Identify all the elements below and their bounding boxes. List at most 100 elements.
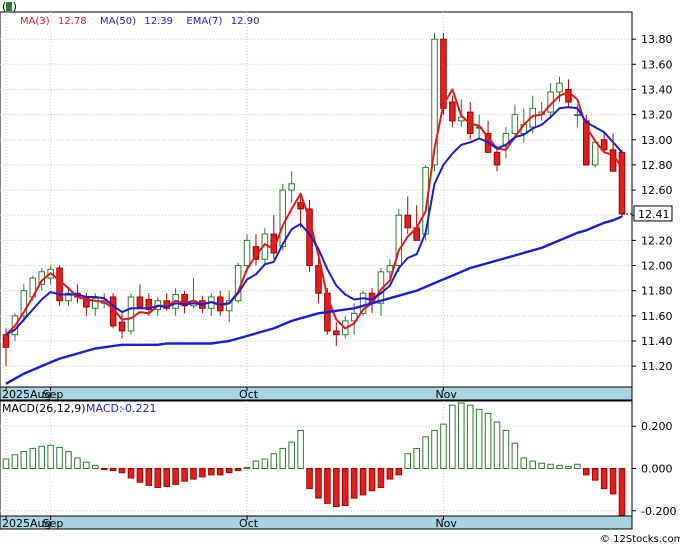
price-y-tick-label: 13.20 <box>641 109 673 122</box>
macd-bar <box>529 460 536 470</box>
macd-bar <box>359 468 367 496</box>
macd-bar <box>297 429 304 470</box>
macd-bar <box>92 464 99 470</box>
macd-bar <box>574 463 581 470</box>
candle-body <box>574 114 581 117</box>
candle-body <box>2 334 10 348</box>
macd-bar <box>315 468 322 499</box>
macd-bar <box>413 447 420 470</box>
macd-bar <box>252 460 260 470</box>
macd-value: -0.221 <box>121 402 156 415</box>
macd-bar <box>118 468 126 474</box>
macd-bar <box>172 468 179 485</box>
price-y-tick-label: 13.00 <box>641 134 673 147</box>
candle-body <box>556 82 563 93</box>
price-x-label: Sep <box>43 388 64 401</box>
macd-bar <box>431 429 438 470</box>
macd-bar <box>324 468 331 504</box>
macd-y-axis: 0.200 0.000 -0.200 <box>632 420 676 518</box>
price-y-axis: 13.8013.6013.4013.2013.0012.8012.6012.40… <box>632 33 673 373</box>
candle-body <box>333 330 340 336</box>
candle-body <box>136 296 144 308</box>
macd-x-label: Oct <box>239 517 259 530</box>
macd-bar <box>181 468 188 482</box>
macd-bar <box>583 468 590 476</box>
macd-bar <box>109 468 117 472</box>
price-y-tick-label: 11.80 <box>641 285 673 298</box>
candle-body <box>315 265 322 294</box>
macd-bar <box>20 451 28 470</box>
candle <box>234 263 242 304</box>
price-y-tick-label: 13.60 <box>641 58 673 71</box>
macd-bar <box>600 468 608 490</box>
macd-bar <box>29 447 37 470</box>
legend-label: MA(3) <box>20 16 50 27</box>
macd-bar <box>404 453 412 470</box>
candle-body <box>609 149 617 172</box>
macd-bar <box>100 468 108 471</box>
candle-body <box>297 202 304 210</box>
price-y-tick-label: 12.00 <box>641 260 673 273</box>
macd-bar <box>163 468 170 487</box>
price-x-label: Oct <box>239 388 259 401</box>
price-x-axis-band <box>0 386 633 401</box>
macd-bar <box>449 404 456 470</box>
macd-bar <box>11 454 19 470</box>
macd-x-axis-band <box>0 515 633 530</box>
macd-bar <box>47 444 54 470</box>
macd-bar <box>440 423 447 470</box>
macd-bar <box>225 468 233 474</box>
candle <box>56 265 63 306</box>
candle-body <box>511 114 519 134</box>
candle-body <box>243 239 251 267</box>
legend-label: EMA(7) <box>186 16 222 27</box>
macd-bar <box>279 447 287 470</box>
macd-bar <box>261 458 269 470</box>
candle-body <box>56 267 63 302</box>
candle-body <box>288 183 295 191</box>
candle-body <box>591 141 599 166</box>
macd-bar <box>466 404 474 470</box>
candle <box>618 149 626 218</box>
macd-bar <box>609 468 617 495</box>
price-y-tick-label: 11.60 <box>641 310 673 323</box>
legend-value: 12.39 <box>144 16 173 27</box>
macd-bar <box>422 436 429 470</box>
macd-bar <box>377 468 385 489</box>
macd-y-tick-label: 0.000 <box>641 463 673 476</box>
candle-body <box>493 151 501 166</box>
macd-bar <box>208 468 215 476</box>
price-y-tick-label: 13.80 <box>641 33 673 46</box>
macd-bar <box>288 441 295 470</box>
macd-x-label: Sep <box>43 517 64 530</box>
macd-y-tick-label: 0.200 <box>641 420 673 433</box>
macd-bar <box>136 468 144 483</box>
candle-body <box>449 101 456 122</box>
price-y-tick-label: 11.40 <box>641 335 673 348</box>
macd-bar <box>565 465 572 470</box>
macd-bar <box>591 468 599 481</box>
price-y-tick-label: 13.40 <box>641 83 673 96</box>
macd-bar <box>65 451 72 470</box>
price-y-tick-label: 12.80 <box>641 159 673 172</box>
macd-bar <box>199 468 206 478</box>
macd-bar <box>395 468 403 476</box>
candle <box>395 208 403 272</box>
macd-bar <box>190 468 197 480</box>
macd-panel <box>0 400 633 517</box>
macd-title: MACD(26,12,9) <box>2 402 86 415</box>
macd-bar <box>538 462 545 470</box>
macd-bar <box>306 468 313 490</box>
macd-bar <box>484 413 492 470</box>
stock-chart-figure: 13.8013.6013.4013.2013.0012.8012.6012.40… <box>0 0 680 546</box>
candle <box>127 293 135 335</box>
price-y-tick-label: 12.60 <box>641 184 673 197</box>
candle-body <box>618 151 626 215</box>
macd-bar <box>502 429 510 470</box>
macd-bar <box>556 464 563 470</box>
macd-bar <box>520 457 528 470</box>
last-price-tag: 12.41 <box>633 205 673 222</box>
price-panel <box>0 11 633 388</box>
macd-bar <box>83 461 90 470</box>
macd-bar <box>234 468 242 472</box>
